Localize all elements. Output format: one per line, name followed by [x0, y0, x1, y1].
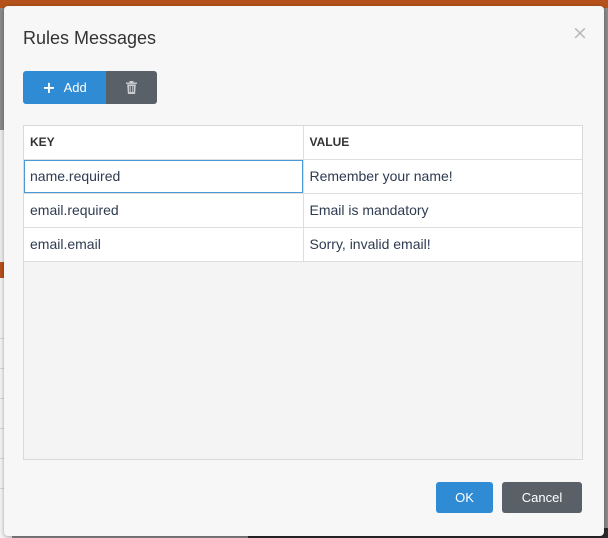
add-button[interactable]: + Add [23, 71, 106, 104]
value-cell[interactable]: Email is mandatory [303, 193, 582, 228]
add-button-label: Add [63, 80, 87, 95]
key-cell[interactable]: name.required [24, 159, 304, 194]
cancel-button[interactable]: Cancel [502, 482, 582, 513]
table-row[interactable]: email.required Email is mandatory [24, 193, 582, 228]
value-cell[interactable]: Sorry, invalid email! [303, 227, 582, 262]
column-header-key: KEY [24, 126, 304, 160]
key-cell[interactable]: email.email [24, 227, 304, 262]
table-row[interactable]: name.required Remember your name! [24, 159, 582, 194]
grid-header-row: KEY VALUE [24, 126, 582, 160]
rules-messages-dialog: Rules Messages × + Add KEY VALUE name.re… [4, 6, 604, 536]
table-row[interactable]: email.email Sorry, invalid email! [24, 227, 582, 262]
column-header-value: VALUE [303, 126, 582, 160]
value-cell[interactable]: Remember your name! [303, 159, 582, 194]
toolbar: + Add [23, 71, 157, 104]
dialog-title: Rules Messages [23, 28, 157, 48]
messages-grid: KEY VALUE name.required Remember your na… [23, 125, 583, 460]
ok-button[interactable]: OK [436, 482, 493, 513]
trash-icon [126, 81, 137, 94]
delete-button[interactable] [106, 71, 157, 104]
key-cell[interactable]: email.required [24, 193, 304, 228]
plus-icon: + [42, 77, 56, 97]
close-button[interactable]: × [571, 24, 589, 43]
